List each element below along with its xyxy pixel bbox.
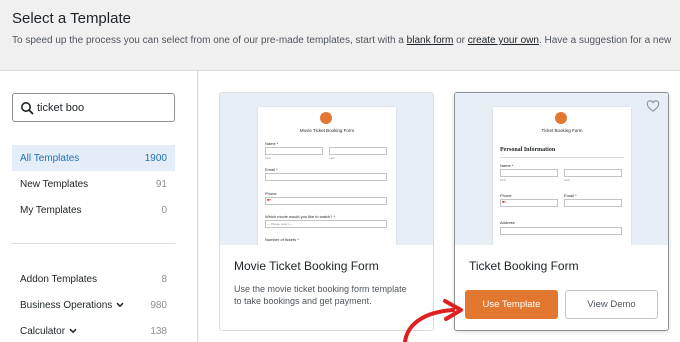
template-preview: Movie Ticket Booking Form Name * First L… <box>220 93 433 245</box>
category-label-wrap: Business Operations <box>20 300 124 311</box>
page-subtitle: To speed up the process you can select f… <box>12 35 671 46</box>
preview-input <box>500 199 558 207</box>
category-count: 91 <box>155 178 167 190</box>
preview-label: Which movie would you like to watch? * <box>265 214 336 219</box>
preview-label: Email * <box>564 193 577 198</box>
preview-label: Number of tickets * <box>265 237 299 242</box>
category-label: Calculator <box>20 325 66 337</box>
category-count: 1900 <box>144 152 167 164</box>
category-label-wrap: Calculator <box>20 326 77 337</box>
category-count: 980 <box>150 299 167 311</box>
form-logo-icon <box>320 112 332 124</box>
preview-input <box>329 147 387 155</box>
preview-sublabel: Last <box>564 178 570 182</box>
subtitle-text-start: To speed up the process you can select f… <box>12 35 407 46</box>
preview-label: Phone <box>500 193 512 198</box>
preview-label: Phone <box>265 191 277 196</box>
category-label: All Templates <box>20 152 80 164</box>
category-label: Business Operations <box>20 299 113 311</box>
category-count: 138 <box>150 325 167 337</box>
preview-sublabel: First <box>265 156 271 160</box>
form-logo-icon <box>555 112 567 124</box>
category-count: 8 <box>161 273 167 285</box>
category-all-templates[interactable]: All Templates 1900 <box>12 145 175 171</box>
sidebar: All Templates 1900 New Templates 91 My T… <box>0 71 198 342</box>
preview-input <box>500 169 558 177</box>
template-preview: Ticket Booking Form Personal Information… <box>455 93 668 245</box>
category-label: New Templates <box>20 178 89 190</box>
template-title: Movie Ticket Booking Form <box>234 259 379 273</box>
preview-sublabel: First <box>500 178 506 182</box>
template-card-ticket-booking[interactable]: Ticket Booking Form Personal Information… <box>454 92 669 331</box>
preview-label: Name * <box>265 141 279 146</box>
preview-select-placeholder: --- Please select --- <box>267 222 293 226</box>
template-title: Ticket Booking Form <box>469 259 579 273</box>
preview-input <box>564 169 622 177</box>
preview-input <box>564 199 622 207</box>
preview-form-title: Movie Ticket Booking Form <box>299 128 355 133</box>
category-label: Addon Templates <box>20 273 98 285</box>
category-calculator[interactable]: Calculator 138 <box>12 318 175 342</box>
preview-label: Email * <box>265 167 278 172</box>
search-input[interactable] <box>37 98 167 118</box>
form-preview-sheet: Movie Ticket Booking Form Name * First L… <box>258 107 396 245</box>
preview-input <box>265 173 387 181</box>
preview-label: Address <box>500 220 515 225</box>
preview-divider <box>500 157 624 158</box>
search-icon <box>21 102 34 115</box>
subtitle-text-or: or <box>453 35 468 46</box>
preview-section-heading: Personal Information <box>500 147 556 153</box>
preview-sublabel: Last <box>329 156 335 160</box>
heart-icon[interactable] <box>646 99 660 113</box>
view-demo-button[interactable]: View Demo <box>565 290 658 319</box>
annotation-arrow-icon <box>403 299 463 342</box>
category-my-templates[interactable]: My Templates 0 <box>12 197 175 223</box>
flag-icon: ■▾ <box>267 198 271 202</box>
create-your-own-link[interactable]: create your own <box>468 35 539 46</box>
preview-input <box>265 197 387 205</box>
search-box[interactable] <box>12 93 175 122</box>
sidebar-divider <box>12 243 175 244</box>
template-description: Use the movie ticket booking form templa… <box>234 284 407 306</box>
chevron-down-icon <box>69 328 77 334</box>
category-label: My Templates <box>20 204 82 216</box>
preview-input <box>500 227 622 235</box>
form-preview-sheet: Ticket Booking Form Personal Information… <box>493 107 631 245</box>
category-new-templates[interactable]: New Templates 91 <box>12 171 175 197</box>
category-business-operations[interactable]: Business Operations 980 <box>12 292 175 318</box>
page-title: Select a Template <box>12 10 131 27</box>
preview-input <box>265 147 323 155</box>
flag-icon: ■▾ <box>502 200 506 204</box>
category-addon-templates[interactable]: Addon Templates 8 <box>12 266 175 292</box>
subtitle-text-end: . Have a suggestion for a new <box>538 35 672 46</box>
preview-form-title: Ticket Booking Form <box>541 128 583 133</box>
use-template-button[interactable]: Use Template <box>465 290 558 319</box>
blank-form-link[interactable]: blank form <box>407 35 454 46</box>
category-count: 0 <box>161 204 167 216</box>
preview-label: Name * <box>500 163 514 168</box>
chevron-down-icon <box>116 302 124 308</box>
